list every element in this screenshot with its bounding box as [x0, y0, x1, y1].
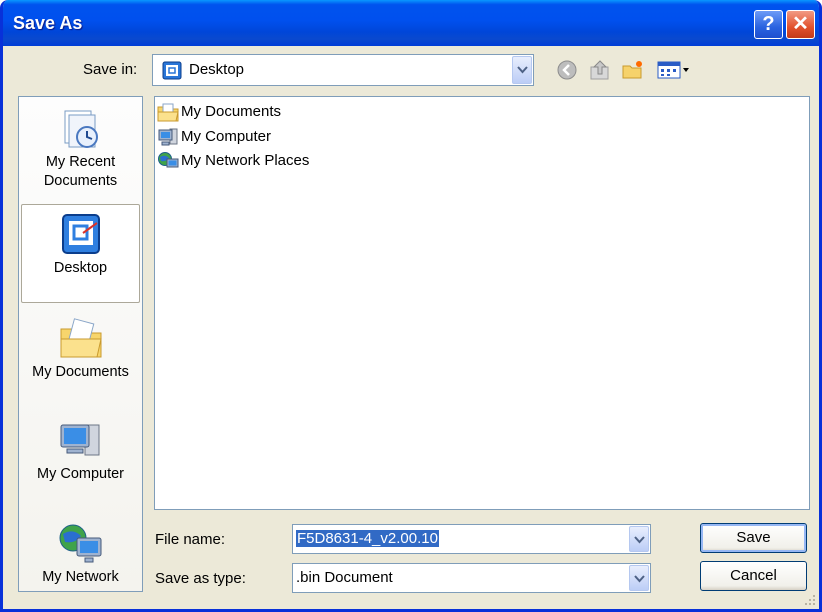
list-item-my-documents[interactable]: My Documents	[157, 101, 281, 123]
place-my-documents[interactable]: My Documents	[21, 315, 140, 382]
my-documents-icon	[60, 318, 102, 358]
place-label: My Recent	[45, 154, 116, 170]
save-as-type-label: Save as type:	[155, 570, 246, 587]
place-label: My Documents	[32, 364, 129, 380]
new-folder-icon[interactable]	[621, 58, 645, 82]
chevron-down-icon	[634, 575, 645, 583]
file-name-label: File name:	[155, 531, 226, 548]
file-name-input[interactable]: F5D8631-4_v2.00.10	[292, 524, 651, 554]
place-my-recent-documents[interactable]: My Recent Documents	[21, 105, 140, 191]
recent-documents-icon	[64, 110, 98, 148]
view-menu-icon[interactable]	[656, 58, 692, 82]
desktop-icon	[61, 214, 100, 254]
list-item-my-computer[interactable]: My Computer	[157, 126, 271, 148]
chevron-down-icon	[517, 66, 528, 74]
resize-grip-icon[interactable]	[803, 593, 817, 607]
place-label: My Computer	[36, 466, 125, 482]
save-as-type-dropdown[interactable]: .bin Document	[292, 563, 651, 593]
network-icon	[158, 152, 179, 168]
save-as-type-value: .bin Document	[296, 569, 393, 586]
back-icon[interactable]	[555, 58, 579, 82]
file-name: My Computer	[181, 128, 272, 145]
save-in-value: Desktop	[189, 61, 245, 78]
file-list[interactable]: My Documents My Computer My Network Plac…	[154, 96, 810, 510]
chevron-down-icon	[634, 536, 645, 544]
save-as-dialog: Save As ? ✕ Save in: Desktop My Recent D…	[0, 0, 822, 612]
window-title: Save As	[13, 13, 83, 33]
place-desktop[interactable]: Desktop	[21, 204, 140, 303]
title-bar[interactable]: Save As ? ✕	[3, 0, 819, 46]
folder-documents-icon	[157, 103, 179, 122]
help-button[interactable]: ?	[754, 10, 783, 39]
place-label: Desktop	[53, 260, 108, 276]
places-bar: My Recent Documents Desktop My Documents	[18, 96, 143, 592]
save-in-dropdown[interactable]: Desktop	[152, 54, 534, 86]
place-my-computer[interactable]: My Computer	[21, 417, 140, 484]
file-name-value: F5D8631-4_v2.00.10	[296, 530, 439, 547]
my-network-icon	[59, 524, 101, 563]
place-label: Documents	[43, 173, 118, 189]
file-name: My Documents	[181, 103, 282, 120]
save-in-dropdown-arrow[interactable]	[512, 56, 532, 84]
save-in-label: Save in:	[83, 61, 138, 78]
cancel-button[interactable]: Cancel	[700, 561, 807, 591]
close-button[interactable]: ✕	[786, 10, 815, 39]
help-icon: ?	[762, 13, 775, 35]
my-computer-icon	[60, 424, 99, 456]
desktop-icon	[162, 61, 182, 80]
close-icon: ✕	[792, 13, 809, 35]
place-my-network[interactable]: My Network	[21, 520, 140, 587]
list-item-my-network-places[interactable]: My Network Places	[157, 150, 309, 172]
file-name-dropdown-arrow[interactable]	[629, 526, 649, 552]
up-folder-icon[interactable]	[588, 58, 612, 82]
place-label: My Network	[42, 569, 119, 585]
save-as-type-dropdown-arrow[interactable]	[629, 565, 649, 591]
save-button[interactable]: Save	[700, 523, 807, 553]
file-name: My Network Places	[181, 152, 310, 169]
computer-icon	[158, 128, 178, 146]
